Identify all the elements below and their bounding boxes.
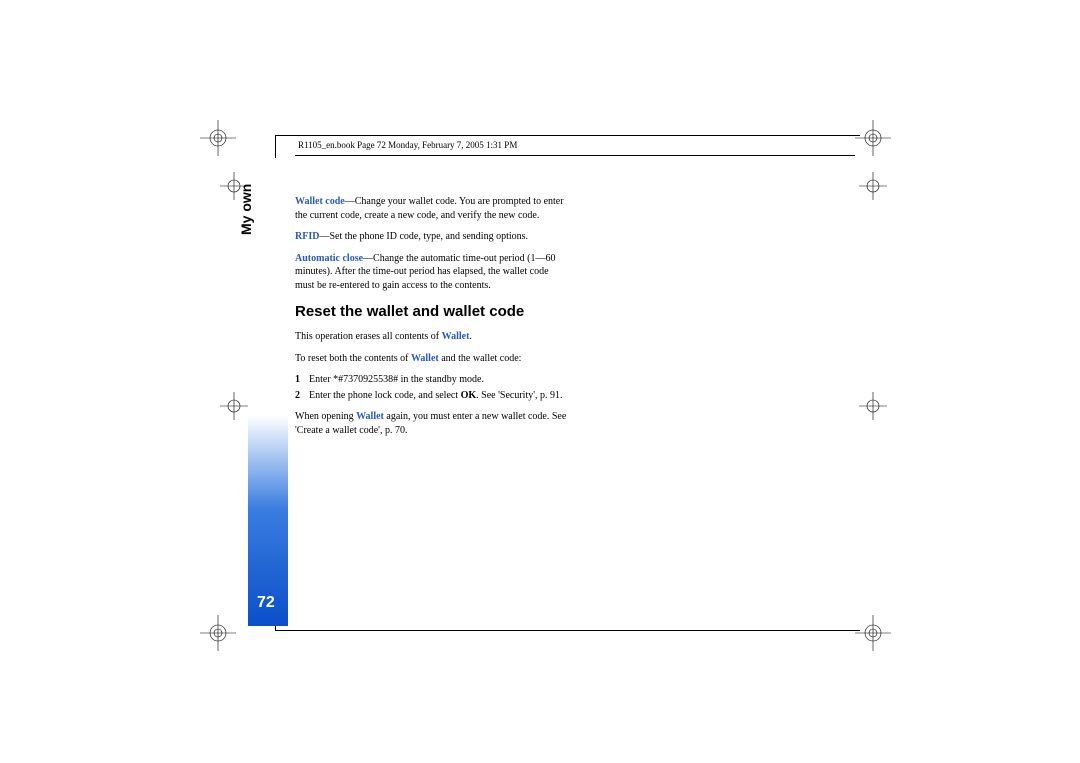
heading-reset: Reset the wallet and wallet code: [295, 302, 570, 322]
list-item: 2 Enter the phone lock code, and select …: [295, 389, 570, 403]
term-wallet: Wallet: [442, 331, 470, 342]
body-content: Wallet code—Change your wallet code. You…: [295, 195, 570, 445]
list-item: 1 Enter *#7370925538# in the standby mod…: [295, 373, 570, 387]
term-wallet: Wallet: [356, 411, 384, 422]
term-wallet: Wallet: [411, 353, 439, 364]
paragraph: Wallet code—Change your wallet code. You…: [295, 195, 570, 222]
paragraph: When opening Wallet again, you must ente…: [295, 410, 570, 437]
paragraph: RFID—Set the phone ID code, type, and se…: [295, 230, 570, 244]
header-rule: [295, 155, 855, 156]
paragraph: To reset both the contents of Wallet and…: [295, 352, 570, 366]
paragraph: Automatic close—Change the automatic tim…: [295, 252, 570, 293]
crop-mark-icon: [855, 615, 891, 651]
crop-mark-icon: [200, 120, 236, 156]
term-rfid: RFID: [295, 231, 319, 242]
paragraph: This operation erases all contents of Wa…: [295, 330, 570, 344]
term-auto-close: Automatic close: [295, 253, 363, 264]
crop-mark-icon: [216, 388, 252, 424]
sidebar-gradient: [248, 158, 288, 626]
crop-mark-icon: [216, 168, 252, 204]
crop-mark-icon: [855, 120, 891, 156]
crop-mark-icon: [855, 388, 891, 424]
term-wallet-code: Wallet code: [295, 196, 345, 207]
crop-line: [275, 135, 860, 136]
page-header: R1105_en.book Page 72 Monday, February 7…: [298, 140, 517, 150]
crop-mark-icon: [855, 168, 891, 204]
crop-mark-icon: [200, 615, 236, 651]
page-number: 72: [257, 594, 275, 612]
crop-line: [275, 630, 860, 631]
